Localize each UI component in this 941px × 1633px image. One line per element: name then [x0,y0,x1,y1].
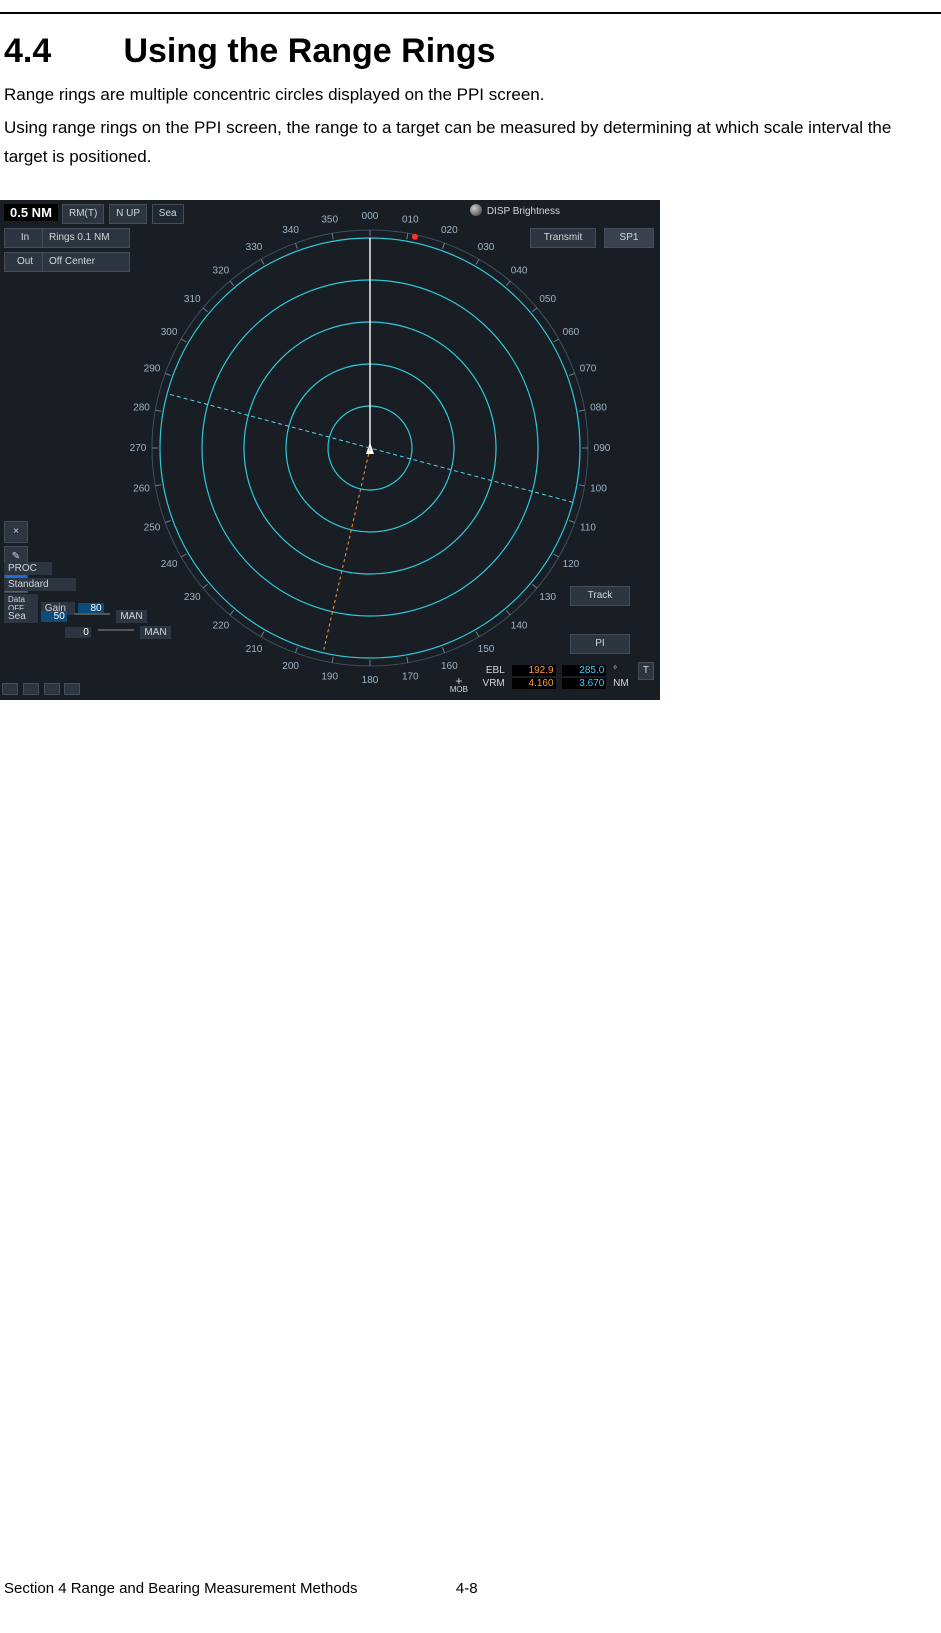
vrm-unit: NM [613,678,635,689]
svg-text:250: 250 [144,522,161,533]
off-center-button[interactable]: Off Center [42,252,130,272]
svg-text:030: 030 [478,242,495,253]
svg-text:330: 330 [246,242,263,253]
standard-label[interactable]: Standard [4,578,76,591]
radar-screenshot: 0.5 NM RM(T) N UP Sea In Out Rings 0.1 N… [0,200,660,700]
paragraph-1: Range rings are multiple concentric circ… [4,81,937,110]
svg-text:140: 140 [511,620,528,631]
svg-text:130: 130 [539,592,556,603]
svg-text:190: 190 [321,671,338,682]
svg-text:210: 210 [246,644,263,655]
svg-text:180: 180 [362,675,379,686]
footer-page-number: 4-8 [456,1580,478,1597]
svg-text:070: 070 [580,363,597,374]
zoom-in-button[interactable]: In [4,228,46,248]
rain-value[interactable]: 0 [65,627,91,638]
window-icon[interactable] [44,683,60,695]
paragraph-2: Using range rings on the PPI screen, the… [4,114,937,172]
svg-text:010: 010 [402,214,419,225]
sea-value[interactable]: 50 [41,611,67,622]
svg-text:350: 350 [321,214,338,225]
svg-text:270: 270 [130,443,147,454]
svg-text:040: 040 [511,265,528,276]
svg-text:120: 120 [563,559,580,570]
section-number: 4.4 [4,32,114,71]
svg-text:260: 260 [133,483,150,494]
svg-text:300: 300 [161,327,178,338]
footer-section-title: Section 4 Range and Bearing Measurement … [4,1580,358,1597]
svg-text:100: 100 [590,483,607,494]
window-icon[interactable] [23,683,39,695]
svg-text:080: 080 [590,402,607,413]
svg-text:240: 240 [161,559,178,570]
svg-text:060: 060 [563,327,580,338]
sea-slider[interactable] [74,613,110,615]
svg-text:110: 110 [580,522,596,533]
bottom-status-bar [2,683,82,698]
window-icon[interactable] [64,683,80,695]
rain-slider[interactable] [98,629,134,631]
svg-text:340: 340 [282,225,299,236]
zoom-out-button[interactable]: Out [4,252,46,272]
range-rings-button[interactable]: Rings 0.1 NM [42,228,130,248]
motion-mode-selector[interactable]: RM(T) [62,204,104,224]
window-icon[interactable] [2,683,18,695]
svg-text:220: 220 [213,620,230,631]
ebl-degree-unit: ° [613,665,635,676]
svg-text:020: 020 [441,225,458,236]
svg-text:150: 150 [478,644,495,655]
range-scale-label[interactable]: 0.5 NM [4,204,58,221]
svg-text:310: 310 [184,294,201,305]
svg-text:320: 320 [213,265,230,276]
svg-text:050: 050 [539,294,556,305]
svg-text:160: 160 [441,661,458,672]
sp1-button[interactable]: SP1 [604,228,654,248]
section-title: Using the Range Rings [123,32,495,70]
collapse-icon[interactable]: × [4,521,28,543]
ebl-true-toggle[interactable]: T [638,662,654,680]
svg-text:090: 090 [594,443,610,454]
proc-label[interactable]: PROC [4,562,52,575]
svg-text:170: 170 [402,671,419,682]
svg-text:200: 200 [282,661,299,672]
svg-text:290: 290 [144,363,161,374]
svg-text:280: 280 [133,402,150,413]
svg-text:000: 000 [362,211,379,222]
sea-label: Sea [4,610,38,623]
ppi-display[interactable]: 000 010 020 030 040 050 060 070 080 090 100 110 120 1… [130,208,610,688]
svg-text:230: 230 [184,592,201,603]
